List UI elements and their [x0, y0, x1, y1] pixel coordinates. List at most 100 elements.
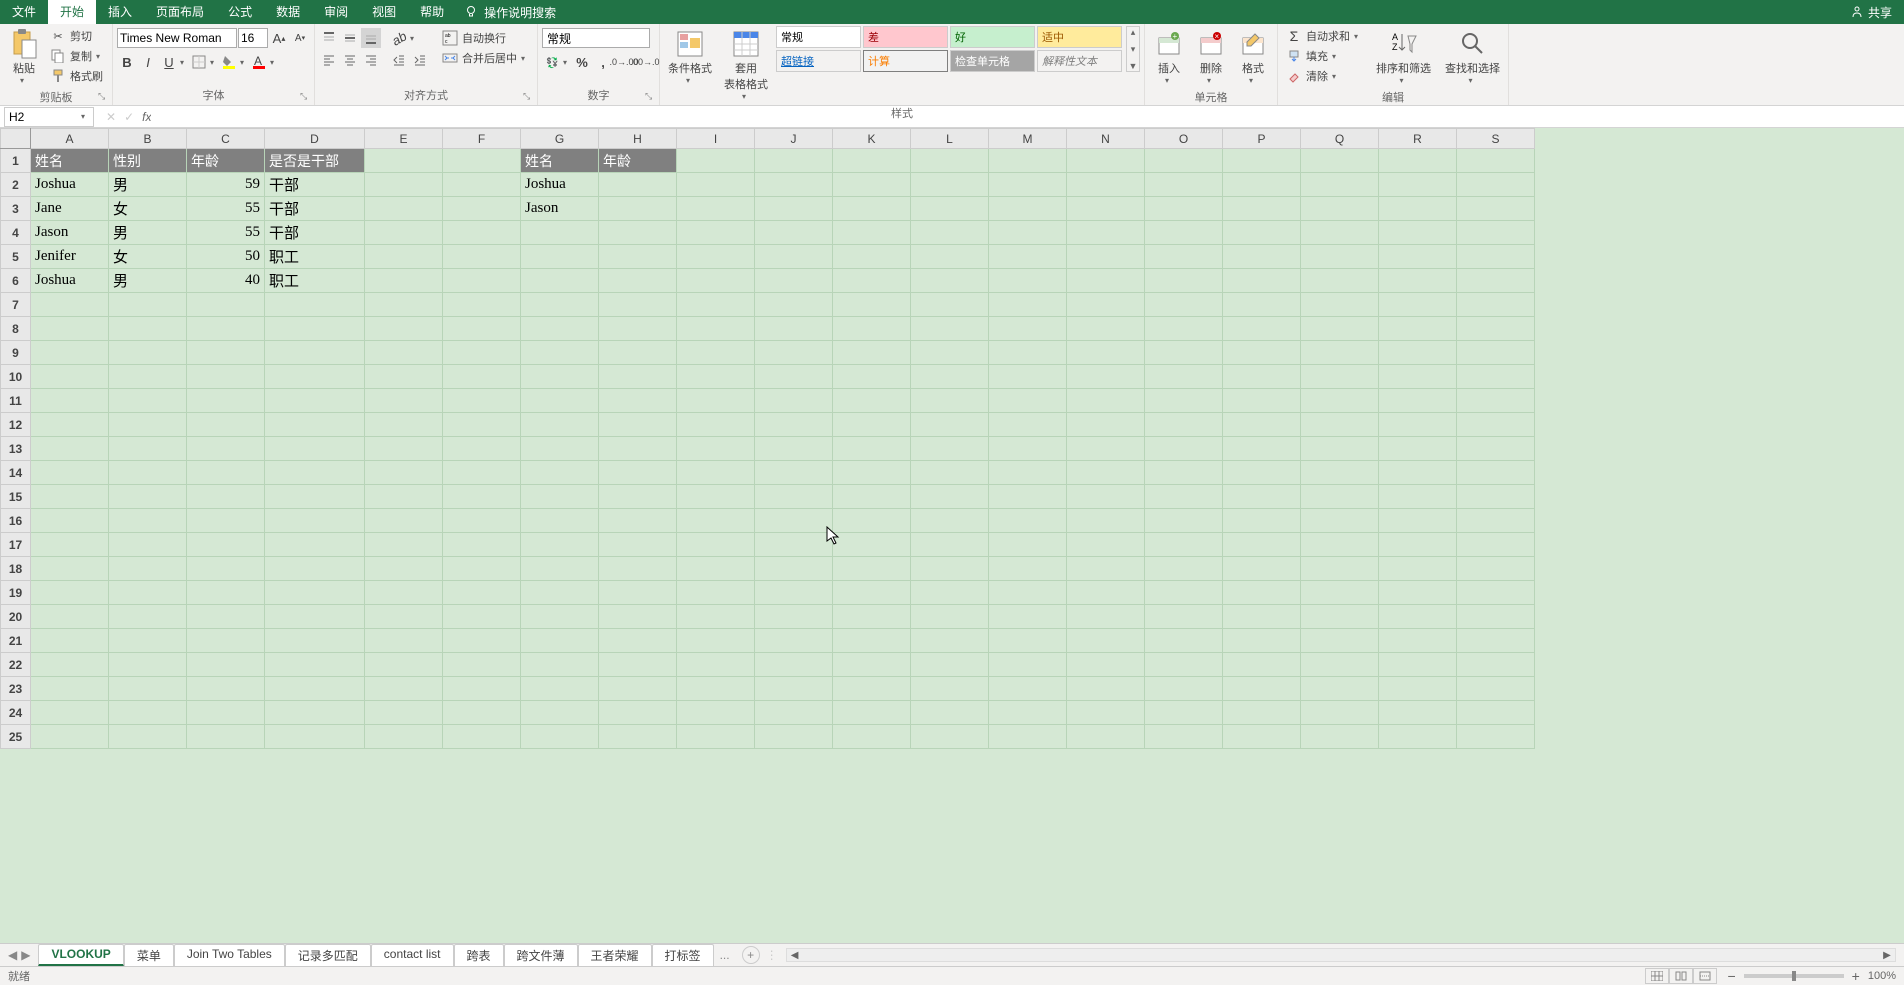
cell-N12[interactable]: [1067, 413, 1145, 437]
cell-L19[interactable]: [911, 581, 989, 605]
cell-F12[interactable]: [443, 413, 521, 437]
cell-F19[interactable]: [443, 581, 521, 605]
cell-M20[interactable]: [989, 605, 1067, 629]
cell-C25[interactable]: [187, 725, 265, 749]
cell-D8[interactable]: [265, 317, 365, 341]
cell-R16[interactable]: [1379, 509, 1457, 533]
cell-S4[interactable]: [1457, 221, 1535, 245]
cell-L25[interactable]: [911, 725, 989, 749]
cell-D24[interactable]: [265, 701, 365, 725]
scroll-right-arrow[interactable]: ▶: [1879, 950, 1895, 961]
sheet-tab-Join-Two-Tables[interactable]: Join Two Tables: [174, 944, 285, 966]
add-sheet-button[interactable]: +: [742, 946, 760, 964]
decrease-indent-button[interactable]: [389, 50, 409, 70]
cell-S22[interactable]: [1457, 653, 1535, 677]
cell-M2[interactable]: [989, 173, 1067, 197]
cell-D18[interactable]: [265, 557, 365, 581]
cell-E25[interactable]: [365, 725, 443, 749]
cell-D3[interactable]: 干部: [265, 197, 365, 221]
chevron-up-icon[interactable]: ▴: [1131, 27, 1136, 38]
view-page-layout-button[interactable]: [1669, 968, 1693, 984]
cell-E24[interactable]: [365, 701, 443, 725]
cell-A19[interactable]: [31, 581, 109, 605]
cell-I6[interactable]: [677, 269, 755, 293]
cell-B15[interactable]: [109, 485, 187, 509]
fill-color-button[interactable]: [219, 52, 239, 72]
paste-button[interactable]: 粘贴 ▾: [4, 26, 44, 87]
cell-Q16[interactable]: [1301, 509, 1379, 533]
cell-K22[interactable]: [833, 653, 911, 677]
cell-L2[interactable]: [911, 173, 989, 197]
cell-O9[interactable]: [1145, 341, 1223, 365]
cell-D6[interactable]: 职工: [265, 269, 365, 293]
cell-C19[interactable]: [187, 581, 265, 605]
accounting-format-button[interactable]: 💱: [542, 52, 562, 72]
cell-C22[interactable]: [187, 653, 265, 677]
font-size-select[interactable]: [238, 28, 268, 48]
cell-D22[interactable]: [265, 653, 365, 677]
cell-G5[interactable]: [521, 245, 599, 269]
col-header-H[interactable]: H: [599, 129, 677, 149]
cell-N22[interactable]: [1067, 653, 1145, 677]
cell-A10[interactable]: [31, 365, 109, 389]
cell-A12[interactable]: [31, 413, 109, 437]
cell-S14[interactable]: [1457, 461, 1535, 485]
cell-L5[interactable]: [911, 245, 989, 269]
cell-H21[interactable]: [599, 629, 677, 653]
cell-J4[interactable]: [755, 221, 833, 245]
delete-cells-button[interactable]: ×删除▾: [1191, 26, 1231, 87]
col-header-G[interactable]: G: [521, 129, 599, 149]
cell-A24[interactable]: [31, 701, 109, 725]
cell-E4[interactable]: [365, 221, 443, 245]
style-normal[interactable]: 常规: [776, 26, 861, 48]
cell-Q12[interactable]: [1301, 413, 1379, 437]
sheet-nav-prev[interactable]: ◀: [8, 948, 17, 962]
tab-data[interactable]: 数据: [264, 0, 312, 24]
sheet-tab-王者荣耀[interactable]: 王者荣耀: [578, 944, 652, 966]
cell-G16[interactable]: [521, 509, 599, 533]
cell-B7[interactable]: [109, 293, 187, 317]
cell-S21[interactable]: [1457, 629, 1535, 653]
align-center-button[interactable]: [340, 50, 360, 70]
align-left-button[interactable]: [319, 50, 339, 70]
row-header-17[interactable]: 17: [1, 533, 31, 557]
col-header-I[interactable]: I: [677, 129, 755, 149]
cell-I20[interactable]: [677, 605, 755, 629]
cell-F21[interactable]: [443, 629, 521, 653]
cell-L4[interactable]: [911, 221, 989, 245]
cell-R24[interactable]: [1379, 701, 1457, 725]
cell-S10[interactable]: [1457, 365, 1535, 389]
tab-help[interactable]: 帮助: [408, 0, 456, 24]
style-check-cell[interactable]: 检查单元格: [950, 50, 1035, 72]
row-header-24[interactable]: 24: [1, 701, 31, 725]
cell-C11[interactable]: [187, 389, 265, 413]
cell-G20[interactable]: [521, 605, 599, 629]
cell-K21[interactable]: [833, 629, 911, 653]
cell-D23[interactable]: [265, 677, 365, 701]
cell-A13[interactable]: [31, 437, 109, 461]
cell-R5[interactable]: [1379, 245, 1457, 269]
tab-view[interactable]: 视图: [360, 0, 408, 24]
row-header-11[interactable]: 11: [1, 389, 31, 413]
cell-A15[interactable]: [31, 485, 109, 509]
cell-Q8[interactable]: [1301, 317, 1379, 341]
cell-E8[interactable]: [365, 317, 443, 341]
cell-M5[interactable]: [989, 245, 1067, 269]
row-header-12[interactable]: 12: [1, 413, 31, 437]
sheet-tab-VLOOKUP[interactable]: VLOOKUP: [38, 944, 123, 966]
cell-E7[interactable]: [365, 293, 443, 317]
row-header-18[interactable]: 18: [1, 557, 31, 581]
cell-F9[interactable]: [443, 341, 521, 365]
cell-N19[interactable]: [1067, 581, 1145, 605]
cell-N10[interactable]: [1067, 365, 1145, 389]
align-middle-button[interactable]: [340, 28, 360, 48]
row-header-3[interactable]: 3: [1, 197, 31, 221]
fx-icon[interactable]: fx: [142, 110, 151, 124]
cell-L9[interactable]: [911, 341, 989, 365]
cell-O20[interactable]: [1145, 605, 1223, 629]
bold-button[interactable]: B: [117, 52, 137, 72]
cell-G25[interactable]: [521, 725, 599, 749]
cell-S15[interactable]: [1457, 485, 1535, 509]
cell-C10[interactable]: [187, 365, 265, 389]
cell-E1[interactable]: [365, 149, 443, 173]
